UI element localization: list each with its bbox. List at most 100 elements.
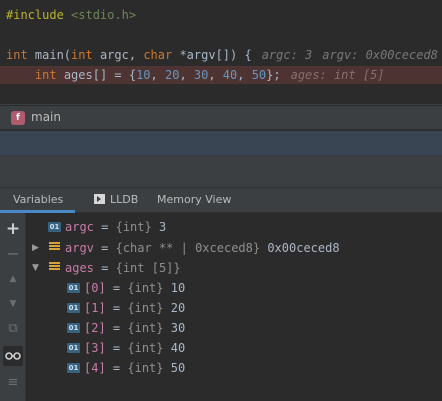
equals: = [105, 341, 128, 355]
equals: = [93, 261, 116, 275]
element-index: [3] [84, 341, 106, 355]
variable-text: argc = {int} 3 [65, 217, 166, 237]
variables-toolbar: + − ▲ ▼ ⧉ ≡ [0, 213, 26, 401]
number-literal: 40 [222, 68, 238, 82]
equals: = [105, 281, 128, 295]
separator: , [179, 68, 194, 82]
keyword-char: char [143, 48, 173, 62]
watches-glasses-icon[interactable] [3, 346, 23, 366]
element-value: 10 [163, 281, 186, 295]
array-element-row[interactable]: 01 [3] = {int} 40 [27, 338, 442, 358]
equals: = [105, 301, 128, 315]
collapse-arrow-icon[interactable]: ▼ [32, 258, 42, 278]
element-type: {int} [127, 321, 164, 335]
number-literal: 50 [251, 68, 267, 82]
int-value-icon: 01 [67, 283, 80, 293]
element-value: 20 [163, 301, 186, 315]
equals: = [105, 321, 128, 335]
keyword-int: int [34, 68, 57, 82]
equals: = [93, 220, 116, 234]
tab-label: Variables [13, 193, 64, 206]
tab-memory-view[interactable]: Memory View [157, 188, 231, 213]
glasses-icon [5, 352, 21, 360]
inline-value-ages: ages: int [5] [290, 68, 385, 82]
variable-type: {char ** | 0xceced8} [115, 241, 261, 255]
int-value-icon: 01 [67, 303, 80, 313]
code-line-include: #include <stdio.h> [6, 6, 136, 24]
panel-divider [0, 155, 442, 188]
execution-line: int ages[] = {10, 20, 30, 40, 50}; ages: … [0, 66, 442, 84]
variable-text: [3] = {int} 40 [84, 338, 185, 358]
variable-value: 0x00ceced8 [260, 241, 340, 255]
code-editor[interactable]: #include <stdio.h> int main(int argc, ch… [0, 0, 442, 105]
array-element-row[interactable]: 01 [1] = {int} 20 [27, 298, 442, 318]
console-icon [94, 194, 105, 204]
element-type: {int} [127, 341, 164, 355]
int-value-icon: 01 [67, 343, 80, 353]
element-type: {int} [127, 361, 164, 375]
layout-button[interactable]: ≡ [3, 373, 23, 393]
move-down-button[interactable]: ▼ [3, 294, 23, 314]
element-index: [1] [84, 301, 106, 315]
variable-name: ages [65, 261, 94, 275]
frame-item-main[interactable]: f main [0, 106, 442, 130]
add-watch-button[interactable]: + [3, 219, 23, 239]
variable-text: [4] = {int} 50 [84, 358, 185, 378]
keyword-int: int [6, 48, 28, 62]
variable-text: ages = {int [5]} [65, 258, 181, 278]
variable-row-argv[interactable]: ▶ argv = {char ** | 0xceced8} 0x00ceced8 [27, 238, 442, 258]
selected-row-highlight [0, 131, 442, 155]
tab-variables[interactable]: Variables [0, 188, 76, 213]
code-line-main: int main(int argc, char *argv[]) { argc: … [6, 46, 438, 64]
array-element-row[interactable]: 01 [4] = {int} 50 [27, 358, 442, 378]
param-argv: *argv[]) { [172, 48, 252, 62]
element-index: [0] [84, 281, 106, 295]
frame-label: main [31, 110, 61, 124]
array-element-row[interactable]: 01 [0] = {int} 10 [27, 278, 442, 298]
statement-end: }; [266, 68, 281, 82]
variable-row-ages[interactable]: ▼ ages = {int [5]} [27, 258, 442, 278]
array-icon [49, 262, 60, 274]
tab-label: LLDB [110, 193, 139, 206]
variable-name: argc [65, 220, 94, 234]
variable-name: argv [65, 241, 94, 255]
int-value-icon: 01 [48, 222, 61, 232]
int-value-icon: 01 [67, 363, 80, 373]
variable-type: {int} [115, 220, 152, 234]
pointer-struct-icon [49, 242, 60, 254]
frame-icon: f [11, 111, 25, 125]
array-element-row[interactable]: 01 [2] = {int} 30 [27, 318, 442, 338]
debugger-tabs: Variables LLDB Memory View [0, 188, 442, 213]
array-declaration: ages[] = { [56, 68, 137, 82]
remove-watch-button[interactable]: − [3, 244, 23, 264]
variable-text: argv = {char ** | 0xceced8} 0x00ceced8 [65, 238, 340, 258]
tab-lldb[interactable]: LLDB [94, 188, 138, 213]
number-literal: 30 [193, 68, 209, 82]
include-header: <stdio.h> [71, 8, 137, 22]
element-value: 50 [163, 361, 186, 375]
variable-text: [1] = {int} 20 [84, 298, 185, 318]
expand-arrow-icon[interactable]: ▶ [32, 238, 42, 258]
variable-text: [2] = {int} 30 [84, 318, 185, 338]
preprocessor-directive: #include [6, 8, 64, 22]
element-value: 30 [163, 321, 186, 335]
variable-value: 3 [151, 220, 167, 234]
element-index: [2] [84, 321, 106, 335]
separator: , [150, 68, 165, 82]
inline-value-argc: argc: 3 [261, 48, 313, 62]
param-argc: argc, [92, 48, 144, 62]
separator: , [208, 68, 223, 82]
move-up-button[interactable]: ▲ [3, 269, 23, 289]
copy-button[interactable]: ⧉ [3, 319, 23, 339]
variables-tree: 01 argc = {int} 3 ▶ argv = {char ** | 0x… [27, 213, 442, 401]
element-index: [4] [84, 361, 106, 375]
function-name: main( [27, 48, 72, 62]
element-type: {int} [127, 301, 164, 315]
inline-value-argv: argv: 0x00ceced8 [322, 48, 438, 62]
separator: , [237, 68, 252, 82]
number-literal: 20 [164, 68, 180, 82]
element-value: 40 [163, 341, 186, 355]
keyword-int: int [71, 48, 93, 62]
variable-text: [0] = {int} 10 [84, 278, 185, 298]
variable-row-argc[interactable]: 01 argc = {int} 3 [27, 217, 442, 237]
